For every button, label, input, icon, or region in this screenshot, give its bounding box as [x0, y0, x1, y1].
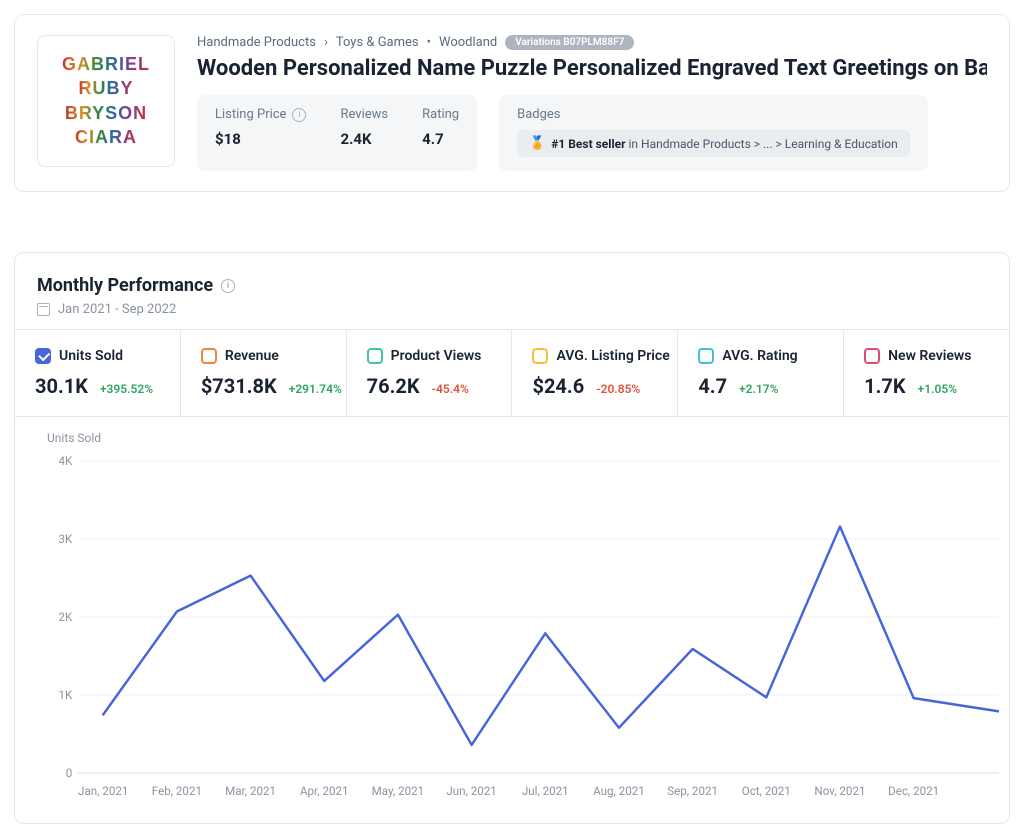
- stat-value: 4.7: [422, 130, 459, 148]
- metric-newrev[interactable]: New Reviews 1.7K +1.05%: [844, 330, 1009, 416]
- chart-area: Units Sold 0 1K 2K 3K 4K Jan, 2021 Feb, 2021 Ma…: [15, 417, 1009, 823]
- metric-views[interactable]: Product Views 76.2K -45.4%: [347, 330, 513, 416]
- performance-title: Monthly Performance i: [37, 275, 987, 296]
- variations-badge[interactable]: Variations B07PLM88F7: [505, 35, 634, 50]
- metric-delta: -20.85%: [596, 382, 640, 396]
- breadcrumb: Handmade Products › Toys & Games • Woodl…: [197, 35, 987, 50]
- metric-label: Units Sold: [35, 348, 160, 364]
- thumb-word: GABRIEL: [62, 53, 150, 76]
- metric-value: 1.7K: [864, 374, 905, 398]
- breadcrumb-sep: ›: [324, 35, 328, 50]
- date-range[interactable]: Jan 2021 - Sep 2022: [37, 302, 987, 317]
- x-tick: Jun, 2021: [446, 784, 496, 798]
- line-chart[interactable]: 0 1K 2K 3K 4K Jan, 2021 Feb, 2021 Mar, 2021 Apr,…: [51, 451, 999, 801]
- metric-value-row: 30.1K +395.52%: [35, 374, 160, 398]
- thumb-word: BRYSON: [65, 102, 147, 125]
- x-tick: Apr, 2021: [300, 784, 349, 798]
- stat-listing-price: Listing Price i $18: [215, 107, 306, 157]
- metric-value: 30.1K: [35, 374, 88, 398]
- metric-label: AVG. Rating: [698, 348, 823, 364]
- stat-value: $18: [215, 130, 306, 148]
- stat-label: Rating: [422, 107, 459, 122]
- y-tick: 0: [66, 766, 73, 780]
- checkbox-icon[interactable]: [35, 348, 51, 364]
- metric-value: $24.6: [532, 374, 584, 398]
- performance-header: Monthly Performance i Jan 2021 - Sep 202…: [15, 253, 1009, 329]
- x-tick: Oct, 2021: [742, 784, 791, 798]
- checkbox-icon[interactable]: [201, 348, 217, 364]
- info-icon[interactable]: i: [292, 108, 306, 122]
- y-tick: 3K: [58, 532, 72, 546]
- calendar-icon: [37, 303, 50, 316]
- product-card: GABRIEL RUBY BRYSON CIARA Handmade Produ…: [14, 14, 1010, 192]
- metric-label: Revenue: [201, 348, 326, 364]
- y-tick: 2K: [58, 610, 72, 624]
- x-tick: Aug, 2021: [593, 784, 645, 798]
- metric-delta: +291.74%: [289, 382, 342, 396]
- metric-delta: -45.4%: [432, 382, 469, 396]
- metric-value-row: 1.7K +1.05%: [864, 374, 989, 398]
- metric-value-row: 4.7 +2.17%: [698, 374, 823, 398]
- stat-reviews: Reviews 2.4K: [340, 107, 388, 157]
- stat-value: 2.4K: [340, 130, 388, 148]
- breadcrumb-dot: •: [427, 35, 431, 50]
- stat-rating: Rating 4.7: [422, 107, 459, 157]
- metric-label: New Reviews: [864, 348, 989, 364]
- y-tick: 4K: [58, 454, 72, 468]
- metric-rating[interactable]: AVG. Rating 4.7 +2.17%: [678, 330, 844, 416]
- x-tick: Mar, 2021: [225, 784, 276, 798]
- product-main: Handmade Products › Toys & Games • Woodl…: [197, 35, 987, 171]
- x-tick: Jan, 2021: [78, 784, 128, 798]
- series-units-sold: [103, 527, 999, 745]
- stat-box-badges: Badges 🏅 #1 Best seller in Handmade Prod…: [499, 95, 928, 171]
- x-tick: Feb, 2021: [152, 784, 202, 798]
- metric-delta: +2.17%: [739, 382, 778, 396]
- brand-link[interactable]: Woodland: [439, 35, 497, 50]
- performance-card: Monthly Performance i Jan 2021 - Sep 202…: [14, 252, 1010, 824]
- stat-label: Listing Price i: [215, 107, 306, 122]
- x-tick: Nov, 2021: [814, 784, 865, 798]
- x-tick: Dec, 2021: [888, 784, 939, 798]
- metric-value-row: $731.8K+291.74%: [201, 374, 326, 398]
- checkbox-icon[interactable]: [367, 348, 383, 364]
- x-tick: Jul, 2021: [522, 784, 569, 798]
- metric-value: 76.2K: [367, 374, 420, 398]
- stat-label: Reviews: [340, 107, 388, 122]
- metric-label: AVG. Listing Price: [532, 348, 657, 364]
- metric-rev[interactable]: Revenue$731.8K+291.74%: [181, 330, 347, 416]
- bestseller-badge[interactable]: 🏅 #1 Best seller in Handmade Products > …: [517, 130, 910, 157]
- checkbox-icon[interactable]: [532, 348, 548, 364]
- metric-label: Product Views: [367, 348, 492, 364]
- metric-value-row: $24.6 -20.85%: [532, 374, 657, 398]
- stat-label: Badges: [517, 107, 910, 122]
- checkbox-icon[interactable]: [698, 348, 714, 364]
- metric-units[interactable]: Units Sold 30.1K +395.52%: [15, 330, 181, 416]
- stat-box-pricing: Listing Price i $18 Reviews 2.4K Rating …: [197, 95, 477, 171]
- stat-row: Listing Price i $18 Reviews 2.4K Rating …: [197, 95, 987, 171]
- metric-delta: +395.52%: [100, 382, 153, 396]
- y-tick: 1K: [58, 688, 72, 702]
- medal-icon: 🏅: [529, 136, 545, 151]
- checkbox-icon[interactable]: [864, 348, 880, 364]
- metric-delta: +1.05%: [918, 382, 957, 396]
- metric-value-row: 76.2K -45.4%: [367, 374, 492, 398]
- chart-y-title: Units Sold: [47, 431, 999, 445]
- breadcrumb-link[interactable]: Handmade Products: [197, 35, 316, 50]
- product-title: Wooden Personalized Name Puzzle Personal…: [197, 56, 987, 81]
- x-tick: May, 2021: [372, 784, 424, 798]
- thumb-word: RUBY: [78, 77, 133, 100]
- metric-value: 4.7: [698, 374, 727, 398]
- breadcrumb-link[interactable]: Toys & Games: [336, 35, 419, 50]
- thumb-word: CIARA: [75, 126, 137, 149]
- metric-price[interactable]: AVG. Listing Price $24.6 -20.85%: [512, 330, 678, 416]
- metrics-row: Units Sold30.1K+395.52%Revenue$731.8K+29…: [15, 329, 1009, 417]
- product-image[interactable]: GABRIEL RUBY BRYSON CIARA: [37, 35, 175, 167]
- x-tick: Sep, 2021: [667, 784, 718, 798]
- info-icon[interactable]: i: [221, 279, 235, 293]
- metric-value: $731.8K: [201, 374, 277, 398]
